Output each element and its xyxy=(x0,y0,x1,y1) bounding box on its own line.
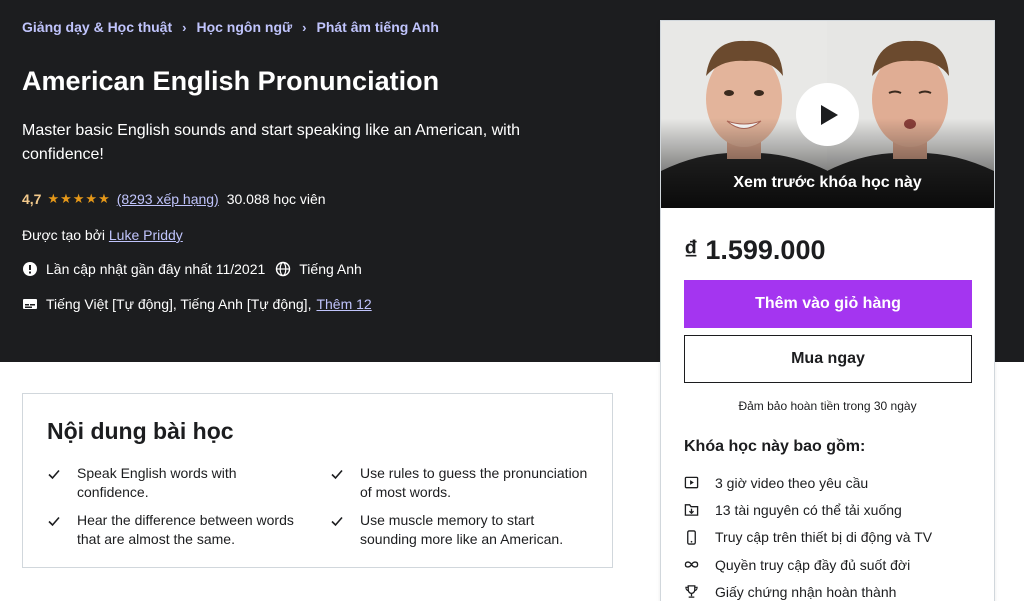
infinity-icon xyxy=(684,561,699,568)
learn-item: Speak English words with confidence. xyxy=(47,464,307,502)
check-icon xyxy=(48,516,60,527)
breadcrumb-item-pronunciation[interactable]: Phát âm tiếng Anh xyxy=(317,19,439,35)
video-icon xyxy=(684,476,699,489)
learn-item: Hear the difference between words that a… xyxy=(47,511,307,549)
check-icon xyxy=(331,516,343,527)
download-icon xyxy=(684,504,699,517)
course-language: Tiếng Anh xyxy=(299,261,362,277)
list-item: Truy cập trên thiết bị di động và TV xyxy=(684,524,932,551)
includes-list: 3 giờ video theo yêu cầu 13 tài nguyên c… xyxy=(684,469,932,601)
check-icon xyxy=(48,469,60,480)
learn-item: Use muscle memory to start sounding more… xyxy=(330,511,590,549)
student-count: 30.088 học viên xyxy=(226,191,326,207)
last-updated: Lần cập nhật gần đây nhất 11/2021 xyxy=(46,261,266,277)
money-back-guarantee: Đảm bảo hoàn tiền trong 30 ngày xyxy=(738,399,917,413)
instructor-link[interactable]: Luke Priddy xyxy=(109,227,183,243)
captions-more-link[interactable]: Thêm 12 xyxy=(316,296,371,312)
list-item: 13 tài nguyên có thể tải xuống xyxy=(684,496,932,523)
captions-icon xyxy=(23,299,37,309)
list-item: Giấy chứng nhận hoàn thành xyxy=(684,578,932,601)
breadcrumb-item-language[interactable]: Học ngôn ngữ xyxy=(196,19,292,35)
mobile-icon xyxy=(687,530,696,545)
chevron-right-icon: › xyxy=(182,19,187,35)
purchase-sidebar: Xem trước khóa học này ₫ 1.599.000 Thêm … xyxy=(660,20,995,601)
list-item: Quyền truy cập đầy đủ suốt đời xyxy=(684,551,932,578)
play-icon xyxy=(820,104,838,125)
created-by-label: Được tạo bởi xyxy=(22,227,105,243)
creator-line: Được tạo bởi Luke Priddy xyxy=(22,227,183,243)
course-price: ₫ 1.599.000 xyxy=(684,235,826,265)
learn-title: Nội dung bài học xyxy=(47,418,234,444)
breadcrumb-item-teaching[interactable]: Giảng dạy & Học thuật xyxy=(22,19,172,35)
check-icon xyxy=(331,469,343,480)
buy-now-button[interactable]: Mua ngay xyxy=(684,335,972,383)
course-subtitle: Master basic English sounds and start sp… xyxy=(22,122,521,163)
list-item: 3 giờ video theo yêu cầu xyxy=(684,469,932,496)
what-you-learn-box: Nội dung bài học Speak English words wit… xyxy=(22,393,613,568)
breadcrumb: Giảng dạy & Học thuật › Học ngôn ngữ › P… xyxy=(22,19,439,35)
trophy-icon xyxy=(685,585,698,599)
meta-row-captions: Tiếng Việt [Tự động], Tiếng Anh [Tự động… xyxy=(22,296,372,312)
course-title: American English Pronunciation xyxy=(22,66,440,96)
add-to-cart-button[interactable]: Thêm vào giỏ hàng xyxy=(684,280,972,328)
captions-list: Tiếng Việt [Tự động], Tiếng Anh [Tự động… xyxy=(46,296,312,312)
rating-value: 4,7 xyxy=(22,191,42,207)
play-button[interactable] xyxy=(796,83,859,146)
rating-row: 4,7 ★★★★★ (8293 xếp hạng) 30.088 học viê… xyxy=(22,191,326,207)
preview-label: Xem trước khóa học này xyxy=(733,174,922,191)
course-preview[interactable]: Xem trước khóa học này xyxy=(661,21,994,208)
globe-icon xyxy=(276,261,291,277)
meta-row-update: Lần cập nhật gần đây nhất 11/2021 Tiếng … xyxy=(22,261,362,277)
includes-title: Khóa học này bao gồm: xyxy=(684,438,866,455)
rating-count-link[interactable]: (8293 xếp hạng) xyxy=(117,191,219,207)
learn-item: Use rules to guess the pronunciation of … xyxy=(330,464,590,502)
alert-badge-icon xyxy=(23,262,37,276)
star-rating-icon: ★★★★★ xyxy=(47,191,111,206)
chevron-right-icon: › xyxy=(302,19,307,35)
